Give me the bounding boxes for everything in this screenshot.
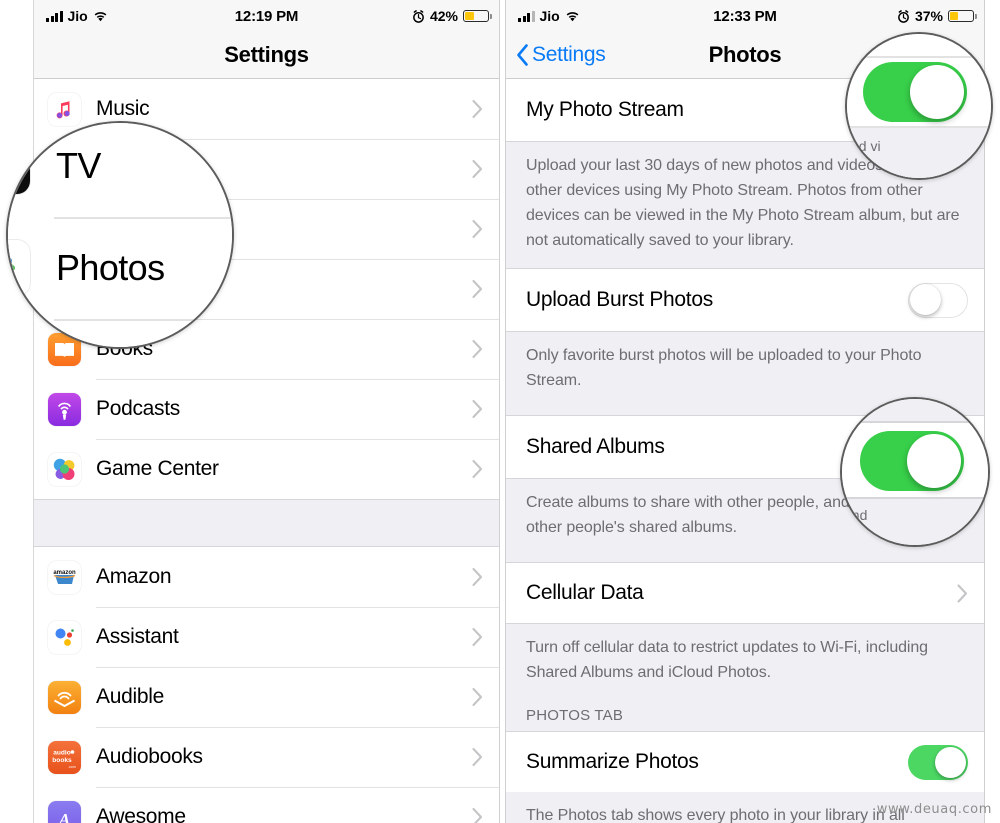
magnifier-callout-my-photo-stream-toggle: nd vi (845, 32, 993, 180)
sidebar-item-podcasts[interactable]: Podcasts (34, 379, 499, 439)
screenshot-stage: Jio 12:19 PM 42% Settings Music Podcasts… (0, 0, 1000, 823)
audiobooks-app-icon: audio books .com (48, 740, 81, 774)
amazon-app-icon: amazon (48, 560, 81, 594)
battery-icon (948, 10, 977, 22)
svg-text:books: books (52, 757, 72, 764)
battery-percent-label: 42% (429, 8, 458, 24)
game-center-app-icon (48, 452, 81, 486)
svg-text:.com: .com (68, 765, 76, 769)
sidebar-item-game-center[interactable]: Game Center (34, 439, 499, 499)
magnified-description-fragment: and (844, 507, 868, 523)
alarm-clock-icon (897, 9, 910, 23)
chevron-right-icon (472, 279, 483, 299)
upload-burst-photos-toggle[interactable] (908, 282, 968, 318)
sidebar-item-label: Assistant (96, 625, 179, 648)
battery-percent-label: 37% (914, 8, 943, 24)
sidebar-item-label: Game Center (96, 457, 219, 480)
podcasts-app-icon (48, 392, 81, 426)
summarize-photos-toggle[interactable] (908, 744, 968, 780)
alarm-clock-icon (412, 9, 425, 23)
settings-apps-list-secondary: amazon Amazon Assistant Audible audio bo… (34, 547, 499, 823)
page-title: Settings (224, 42, 309, 67)
magnified-settings-list: tv TV (8, 123, 232, 347)
magnified-row-tv[interactable]: tv TV (8, 123, 232, 217)
row-summarize-photos[interactable]: Summarize Photos (506, 732, 984, 792)
row-label: Summarize Photos (526, 750, 699, 773)
magnified-row-label: Photos (56, 247, 165, 288)
chevron-right-icon (472, 159, 483, 179)
chevron-right-icon (472, 687, 483, 707)
chevron-right-icon (472, 567, 483, 587)
sidebar-item-label: Awesome (96, 805, 186, 823)
row-label: Cellular Data (526, 581, 644, 604)
chevron-right-icon (472, 627, 483, 647)
chevron-right-icon (472, 459, 483, 479)
magnifier-callout-photos: tv TV (6, 121, 234, 349)
magnified-row-camera[interactable]: Camera (8, 319, 232, 347)
row-label: Upload Burst Photos (526, 288, 713, 311)
sidebar-item-awesome[interactable]: A Awesome (34, 787, 499, 823)
sidebar-item-label: Podcasts (96, 397, 180, 420)
tv-app-icon: tv (8, 138, 30, 194)
right-status-bar: Jio 12:33 PM 37% (506, 0, 984, 32)
magnifier-callout-shared-albums-toggle: and (840, 397, 990, 547)
my-photo-stream-toggle-magnified[interactable] (863, 62, 967, 122)
svg-text:A: A (58, 810, 70, 823)
back-button[interactable]: Settings (516, 43, 606, 67)
magnified-row-label: TV (56, 145, 101, 186)
sidebar-item-amazon[interactable]: amazon Amazon (34, 547, 499, 607)
magnified-row-photos[interactable]: Photos (8, 217, 232, 319)
chevron-right-icon (472, 747, 483, 767)
audible-app-icon (48, 680, 81, 714)
battery-icon (463, 10, 492, 22)
back-button-label: Settings (532, 43, 606, 66)
sidebar-item-label: Amazon (96, 565, 172, 588)
svg-text:tv: tv (8, 154, 13, 181)
cellular-data-description: Turn off cellular data to restrict updat… (506, 623, 984, 689)
chevron-right-icon (472, 399, 483, 419)
status-right-group: 42% (412, 8, 492, 24)
svg-text:audio: audio (53, 749, 71, 756)
music-app-icon (48, 92, 81, 126)
chevron-left-icon (516, 44, 529, 66)
photos-tab-section-header: PHOTOS TAB (506, 689, 984, 732)
row-upload-burst-photos[interactable]: Upload Burst Photos (506, 269, 984, 331)
list-section-gap (34, 499, 499, 547)
status-right-group: 37% (897, 8, 977, 24)
site-watermark: www.deuaq.com (876, 802, 992, 817)
chevron-right-icon (472, 339, 483, 359)
photos-app-icon (8, 240, 30, 296)
sidebar-item-audiobooks[interactable]: audio books .com Audiobooks (34, 727, 499, 787)
row-cellular-data[interactable]: Cellular Data (506, 563, 984, 623)
shared-albums-toggle-magnified[interactable] (860, 431, 964, 491)
sidebar-item-label: Audiobooks (96, 745, 203, 768)
chevron-right-icon (957, 583, 968, 603)
page-title: Photos (708, 42, 782, 67)
sidebar-item-label: Audible (96, 685, 164, 708)
chevron-right-icon (472, 807, 483, 823)
magnified-description-fragment: nd vi (851, 138, 881, 154)
chevron-right-icon (472, 99, 483, 119)
left-status-bar: Jio 12:19 PM 42% (34, 0, 499, 32)
camera-app-icon (8, 342, 30, 347)
left-nav-bar: Settings (34, 32, 499, 79)
sidebar-item-audible[interactable]: Audible (34, 667, 499, 727)
sidebar-item-label: Music (96, 97, 150, 120)
sidebar-item-assistant[interactable]: Assistant (34, 607, 499, 667)
chevron-right-icon (472, 219, 483, 239)
awesome-app-icon: A (48, 800, 81, 823)
assistant-app-icon (48, 620, 81, 654)
